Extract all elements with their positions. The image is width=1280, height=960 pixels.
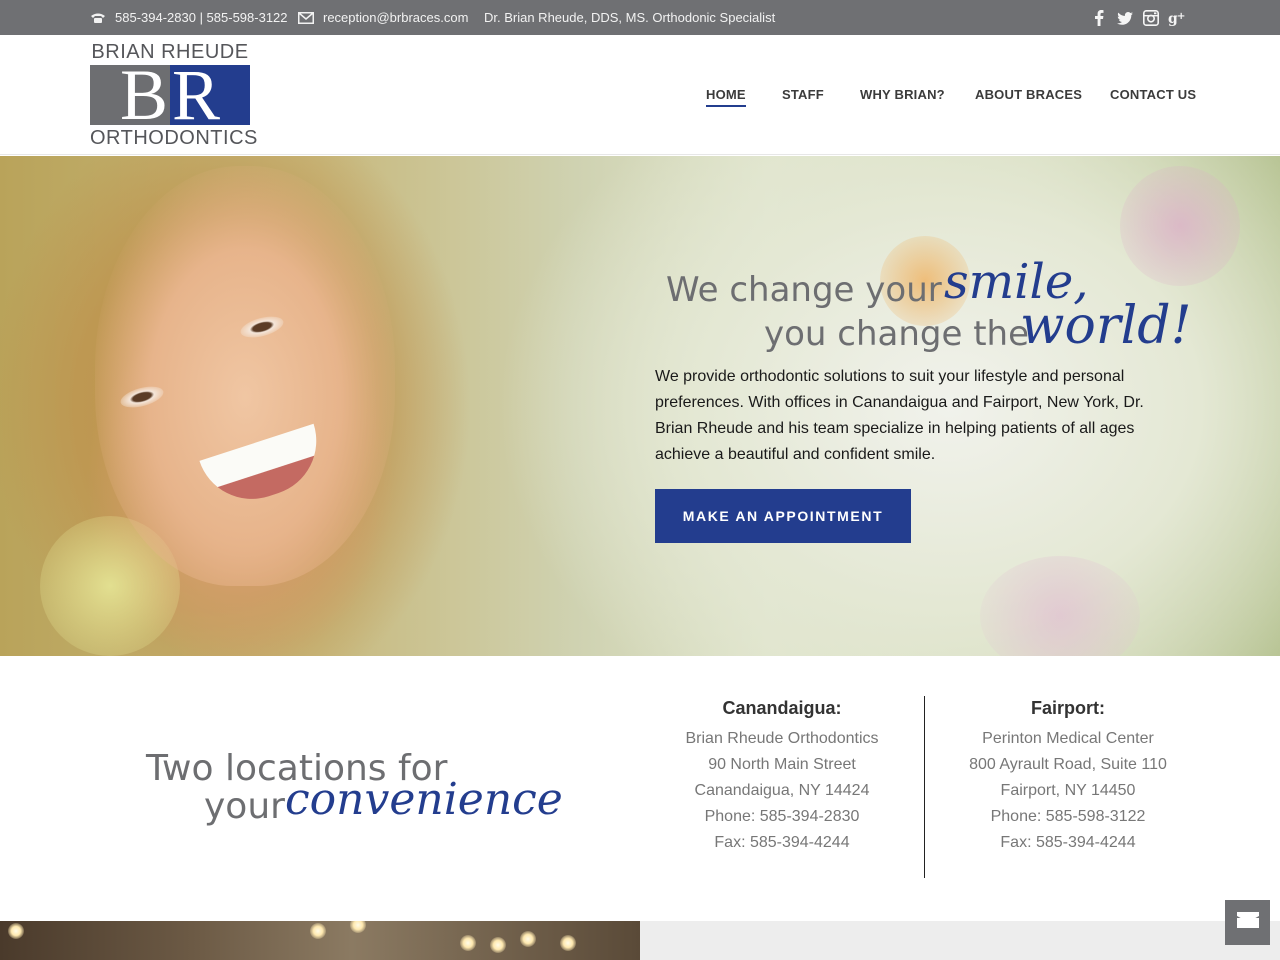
office-interior-photo [0, 921, 640, 960]
logo-bottom-text: ORTHODONTICS [90, 127, 258, 149]
logo-letter-b: B [90, 65, 170, 125]
instagram-icon[interactable] [1141, 8, 1161, 28]
ceiling-light [460, 935, 476, 951]
office-line: 800 Ayrault Road, Suite 110 [969, 756, 1167, 773]
svg-text:+: + [1177, 11, 1185, 22]
envelope-icon [298, 10, 314, 26]
office-canandaigua: Canandaigua: Brian Rheude Orthodontics 9… [652, 696, 912, 856]
phone-numbers: 585-394-2830 | 585-598-3122 [115, 10, 288, 25]
floating-contact-button[interactable] [1225, 900, 1270, 945]
site-logo[interactable]: BRIAN RHEUDE B R ORTHODONTICS [90, 41, 258, 151]
office-name: Fairport: [1031, 698, 1105, 718]
hero-bokeh [1120, 166, 1240, 286]
bottom-panel [640, 921, 1280, 960]
office-line: Perinton Medical Center [982, 730, 1154, 747]
ceiling-light [310, 923, 326, 939]
logo-top-text: BRIAN RHEUDE [91, 41, 249, 63]
site-header: BRIAN RHEUDE B R ORTHODONTICS HOME STAFF… [0, 35, 1280, 155]
hero-headline-script2: world! [1020, 296, 1192, 356]
hero-banner: We change your smile, you change the wor… [0, 156, 1280, 656]
ceiling-light [560, 935, 576, 951]
ceiling-light [350, 921, 366, 933]
facebook-icon[interactable] [1089, 8, 1109, 28]
nav-staff[interactable]: STAFF [782, 87, 824, 102]
make-appointment-button[interactable]: MAKE AN APPOINTMENT [655, 489, 911, 543]
office-line: Brian Rheude Orthodontics [685, 730, 879, 747]
logo-letter-r: R [170, 65, 250, 125]
locations-heading-script: convenience [285, 774, 563, 825]
google-plus-icon[interactable]: g + [1167, 8, 1187, 28]
office-line: 90 North Main Street [708, 756, 856, 773]
envelope-icon [1236, 912, 1259, 933]
office-phone[interactable]: Phone: 585-394-2830 [652, 804, 912, 830]
office-phone[interactable]: Phone: 585-598-3122 [938, 804, 1198, 830]
locations-section: Two locations for your convenience Canan… [0, 656, 1280, 921]
nav-about-braces[interactable]: ABOUT BRACES [975, 87, 1082, 102]
logo-mark: B R [90, 65, 250, 125]
top-bar: 585-394-2830 | 585-598-3122 reception@br… [0, 0, 1280, 35]
hero-headline-line2: you change the [764, 314, 1030, 354]
email-info[interactable]: reception@brbraces.com [298, 0, 468, 35]
tagline-text: Dr. Brian Rheude, DDS, MS. Orthodonic Sp… [484, 10, 776, 25]
ceiling-light [8, 923, 24, 939]
locations-divider [924, 696, 925, 878]
office-fax: Fax: 585-394-4244 [1000, 834, 1136, 851]
nav-why-brian[interactable]: WHY BRIAN? [860, 87, 945, 102]
hero-intro-text: We provide orthodontic solutions to suit… [655, 368, 1144, 463]
office-fax: Fax: 585-394-4244 [714, 834, 850, 851]
office-name: Canandaigua: [722, 698, 842, 718]
hero-bokeh [980, 556, 1140, 656]
hero-headline-line1: We change your [666, 270, 942, 310]
office-fairport: Fairport: Perinton Medical Center 800 Ay… [938, 696, 1198, 856]
locations-heading-line2: your [204, 786, 285, 827]
phone-info[interactable]: 585-394-2830 | 585-598-3122 [90, 0, 288, 35]
office-line: Fairport, NY 14450 [1000, 782, 1136, 799]
ceiling-light [490, 937, 506, 953]
hero-photo-smiling-girl [95, 166, 395, 586]
ceiling-light [520, 931, 536, 947]
twitter-icon[interactable] [1115, 8, 1135, 28]
nav-home[interactable]: HOME [706, 87, 746, 107]
nav-contact-us[interactable]: CONTACT US [1110, 87, 1196, 102]
email-link[interactable]: reception@brbraces.com [323, 10, 468, 25]
phone-icon [90, 10, 106, 26]
tagline: Dr. Brian Rheude, DDS, MS. Orthodonic Sp… [484, 0, 775, 35]
office-line: Canandaigua, NY 14424 [694, 782, 870, 799]
